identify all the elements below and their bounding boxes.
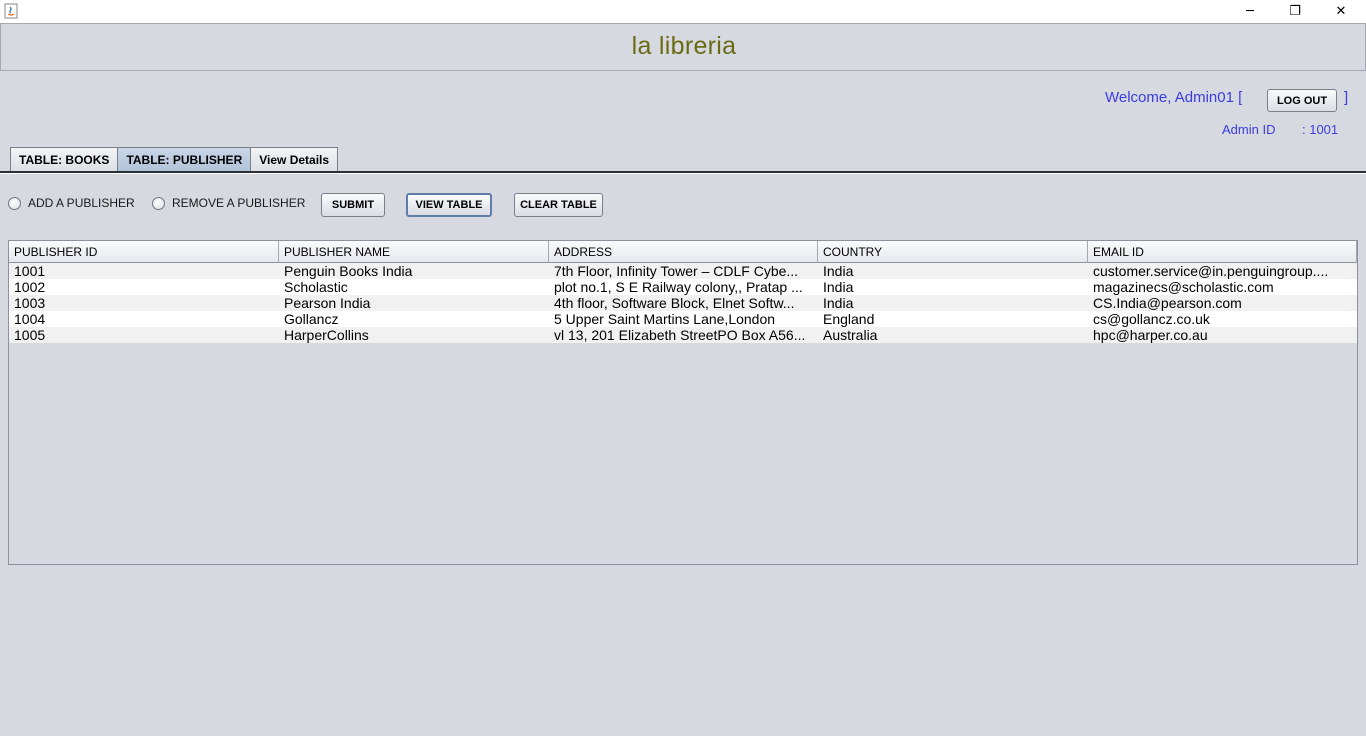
table-header: PUBLISHER ID PUBLISHER NAME ADDRESS COUN… — [9, 241, 1357, 263]
welcome-bracket-close: ] — [1344, 89, 1349, 106]
remove-publisher-radio[interactable] — [152, 196, 165, 210]
tab-view-details[interactable]: View Details — [250, 147, 339, 171]
cell-publisher-id: 1001 — [14, 263, 46, 279]
column-header-email-id[interactable]: EMAIL ID — [1088, 241, 1357, 263]
submit-button[interactable]: SUBMIT — [321, 193, 385, 217]
cell-email: customer.service@in.penguingroup.... — [1093, 263, 1329, 279]
view-table-button[interactable]: VIEW TABLE — [406, 193, 492, 217]
cell-address: 7th Floor, Infinity Tower – CDLF Cybe... — [554, 263, 799, 279]
cell-country: India — [823, 263, 854, 279]
cell-country: Australia — [823, 327, 878, 343]
cell-publisher-name: Scholastic — [284, 279, 348, 295]
tab-bar: TABLE: BOOKS TABLE: PUBLISHER View Detai… — [10, 147, 339, 171]
cell-publisher-id: 1004 — [14, 311, 46, 327]
remove-publisher-label: REMOVE A PUBLISHER — [172, 196, 306, 210]
tab-divider — [0, 171, 1366, 174]
tab-publisher[interactable]: TABLE: PUBLISHER — [117, 147, 252, 171]
app-title: la libreria — [631, 32, 737, 60]
add-publisher-label: ADD A PUBLISHER — [28, 196, 135, 210]
java-app-icon — [4, 3, 18, 19]
remove-publisher-option[interactable]: REMOVE A PUBLISHER — [152, 196, 305, 210]
cell-address: 4th floor, Software Block, Elnet Softw..… — [554, 295, 795, 311]
cell-country: England — [823, 311, 875, 327]
admin-id-value: : 1001 — [1302, 122, 1339, 137]
column-header-country[interactable]: COUNTRY — [818, 241, 1088, 263]
cell-publisher-id: 1005 — [14, 327, 46, 343]
admin-id-label: Admin ID — [1222, 122, 1276, 137]
cell-publisher-id: 1002 — [14, 279, 46, 295]
clear-table-button[interactable]: CLEAR TABLE — [514, 193, 603, 217]
tab-books[interactable]: TABLE: BOOKS — [10, 147, 119, 171]
restore-icon: ❐ — [1289, 4, 1301, 19]
cell-address: 5 Upper Saint Martins Lane,London — [554, 311, 776, 327]
logout-button[interactable]: LOG OUT — [1267, 89, 1337, 112]
window-titlebar: ─ ❐ ✕ — [0, 0, 1366, 23]
cell-address: plot no.1, S E Railway colony,, Pratap .… — [554, 279, 803, 295]
cell-email: hpc@harper.co.au — [1093, 327, 1208, 343]
publisher-table[interactable]: PUBLISHER ID PUBLISHER NAME ADDRESS COUN… — [8, 240, 1358, 565]
table-body: 1001 Penguin Books India 7th Floor, Infi… — [9, 263, 1357, 343]
table-row[interactable]: 1002 Scholastic plot no.1, S E Railway c… — [9, 279, 1357, 295]
table-row[interactable]: 1005 HarperCollins vl 13, 201 Elizabeth … — [9, 327, 1357, 343]
minimize-button[interactable]: ─ — [1227, 0, 1273, 23]
welcome-text: Welcome, Admin01 [ — [1105, 89, 1243, 106]
maximize-button[interactable]: ❐ — [1272, 0, 1318, 23]
cell-address: vl 13, 201 Elizabeth StreetPO Box A56... — [554, 327, 806, 343]
cell-publisher-name: HarperCollins — [284, 327, 369, 343]
cell-email: magazinecs@scholastic.com — [1093, 279, 1274, 295]
cell-email: cs@gollancz.co.uk — [1093, 311, 1210, 327]
add-publisher-option[interactable]: ADD A PUBLISHER — [8, 196, 135, 210]
cell-country: India — [823, 295, 854, 311]
cell-publisher-name: Gollancz — [284, 311, 339, 327]
column-header-publisher-name[interactable]: PUBLISHER NAME — [279, 241, 549, 263]
column-header-publisher-id[interactable]: PUBLISHER ID — [9, 241, 279, 263]
cell-publisher-id: 1003 — [14, 295, 46, 311]
cell-country: India — [823, 279, 854, 295]
column-header-address[interactable]: ADDRESS — [549, 241, 818, 263]
add-publisher-radio[interactable] — [8, 196, 21, 210]
header-banner: la libreria — [0, 23, 1366, 71]
minimize-icon: ─ — [1246, 4, 1254, 19]
close-button[interactable]: ✕ — [1318, 0, 1364, 23]
close-icon: ✕ — [1335, 4, 1347, 19]
cell-publisher-name: Penguin Books India — [284, 263, 413, 279]
cell-publisher-name: Pearson India — [284, 295, 371, 311]
table-row[interactable]: 1001 Penguin Books India 7th Floor, Infi… — [9, 263, 1357, 279]
table-row[interactable]: 1003 Pearson India 4th floor, Software B… — [9, 295, 1357, 311]
cell-email: CS.India@pearson.com — [1093, 295, 1242, 311]
table-row[interactable]: 1004 Gollancz 5 Upper Saint Martins Lane… — [9, 311, 1357, 327]
